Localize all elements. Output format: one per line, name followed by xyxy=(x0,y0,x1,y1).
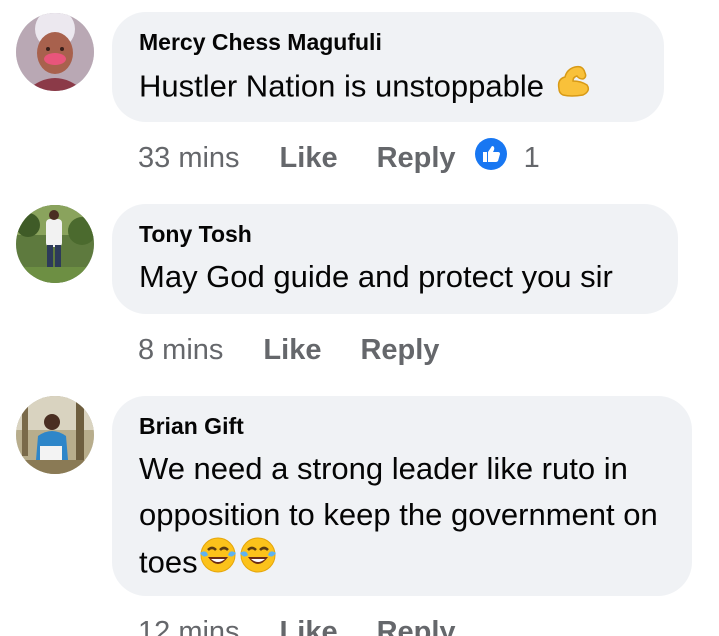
comments-feed: Mercy Chess Magufuli Hustler Nation is u… xyxy=(0,0,719,636)
reaction-count: 1 xyxy=(523,141,540,174)
comment-bubble: Mercy Chess Magufuli Hustler Nation is u… xyxy=(112,12,664,122)
like-button[interactable]: Like xyxy=(280,142,338,175)
reply-button[interactable]: Reply xyxy=(360,334,439,367)
comment-author[interactable]: Brian Gift xyxy=(139,412,666,440)
comment-timestamp[interactable]: 12 mins xyxy=(138,616,240,636)
avatar[interactable] xyxy=(16,205,94,283)
comment-actions: 33 mins Like Reply 1 xyxy=(138,138,540,178)
like-button[interactable]: Like xyxy=(280,616,338,636)
face-with-tears-of-joy-icon xyxy=(238,535,278,588)
comment-text: May God guide and protect you sir xyxy=(139,259,613,294)
comment-author[interactable]: Mercy Chess Magufuli xyxy=(139,28,638,56)
comment-author[interactable]: Tony Tosh xyxy=(139,220,652,248)
avatar[interactable] xyxy=(16,13,94,91)
like-reaction-icon xyxy=(474,137,508,179)
reaction-summary[interactable]: 1 xyxy=(474,137,540,179)
comment-bubble: Tony Tosh May God guide and protect you … xyxy=(112,204,678,314)
like-button[interactable]: Like xyxy=(263,334,321,367)
comment-timestamp[interactable]: 8 mins xyxy=(138,334,223,367)
comment-text: Hustler Nation is unstoppable xyxy=(139,62,638,115)
comment-bubble: Brian Gift We need a strong leader like … xyxy=(112,396,692,596)
comment-text: We need a strong leader like ruto in opp… xyxy=(139,446,666,591)
avatar[interactable] xyxy=(16,396,94,474)
reply-button[interactable]: Reply xyxy=(377,142,456,175)
comment-text-content: Hustler Nation is unstoppable xyxy=(139,68,544,104)
comment-timestamp[interactable]: 33 mins xyxy=(138,142,240,175)
flexed-biceps-icon xyxy=(553,59,593,112)
face-with-tears-of-joy-icon xyxy=(198,535,238,588)
comment-actions: 12 mins Like Reply xyxy=(138,612,474,636)
comment-actions: 8 mins Like Reply xyxy=(138,330,457,370)
reply-button[interactable]: Reply xyxy=(377,616,456,636)
